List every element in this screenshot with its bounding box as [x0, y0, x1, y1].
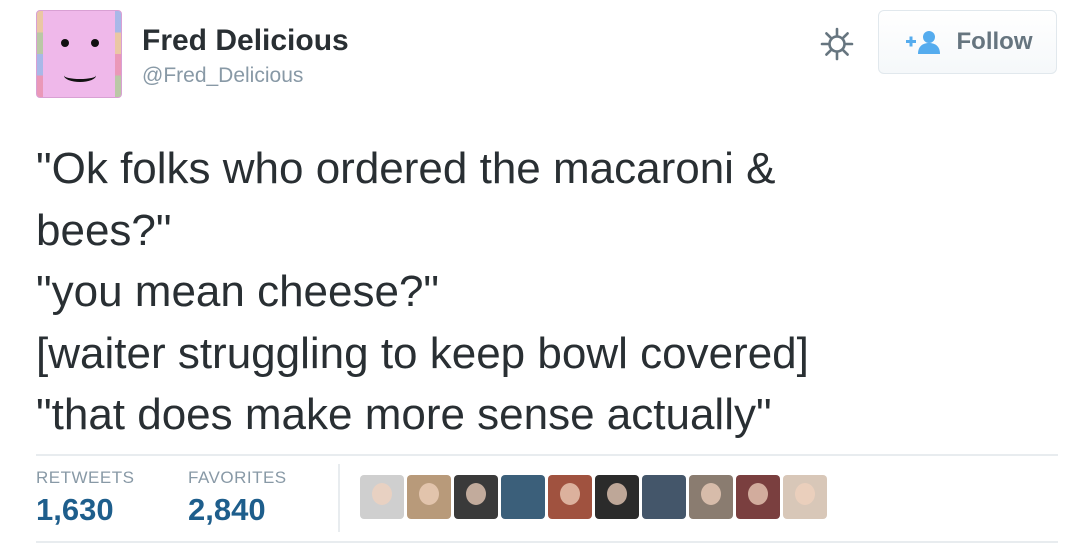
- stats-divider-top: [36, 454, 1058, 456]
- avatar-eye-left: [61, 39, 69, 47]
- favoriter-avatar-10[interactable]: [783, 475, 827, 519]
- favoriter-avatar-9[interactable]: [736, 475, 780, 519]
- retweets-count[interactable]: 1,630: [36, 492, 114, 528]
- tweet-line: "that does make more sense actually": [36, 390, 772, 439]
- tweet-line: [waiter struggling to keep bowl covered]: [36, 328, 809, 378]
- add-user-icon: [905, 31, 940, 54]
- stats-divider-bottom: [36, 541, 1058, 543]
- author-name[interactable]: Fred Delicious: [142, 24, 349, 58]
- stats-divider-vertical: [338, 464, 340, 532]
- favoriter-avatar-1[interactable]: [360, 475, 404, 519]
- author-handle[interactable]: @Fred_Delicious: [142, 64, 303, 88]
- avatar-eye-right: [91, 39, 99, 47]
- avatar-stripe-left: [37, 11, 43, 97]
- tweet-text: "Ok folks who ordered the macaroni & bee…: [36, 138, 1056, 446]
- gear-icon[interactable]: [819, 26, 855, 62]
- favorites-label: FAVORITES: [188, 468, 287, 487]
- follow-button-label: Follow: [956, 28, 1033, 55]
- favoriter-avatar-3[interactable]: [454, 475, 498, 519]
- tweet-line: bees?": [36, 205, 172, 255]
- favoriter-avatar-8[interactable]: [689, 475, 733, 519]
- favoriter-avatar-5[interactable]: [548, 475, 592, 519]
- follow-button[interactable]: Follow: [878, 10, 1057, 74]
- retweets-label: RETWEETS: [36, 468, 135, 487]
- tweet-line: "you mean cheese?": [36, 267, 440, 316]
- favoriter-avatar-2[interactable]: [407, 475, 451, 519]
- favoriter-avatar-7[interactable]: [642, 475, 686, 519]
- avatar-stripe-right: [115, 11, 121, 97]
- favoriters-list: [360, 475, 827, 519]
- author-avatar[interactable]: [36, 10, 122, 98]
- avatar-mouth: [64, 69, 96, 82]
- favorites-count[interactable]: 2,840: [188, 492, 266, 528]
- favoriter-avatar-6[interactable]: [595, 475, 639, 519]
- tweet-line: "Ok folks who ordered the macaroni &: [36, 144, 776, 193]
- favoriter-avatar-4[interactable]: [501, 475, 545, 519]
